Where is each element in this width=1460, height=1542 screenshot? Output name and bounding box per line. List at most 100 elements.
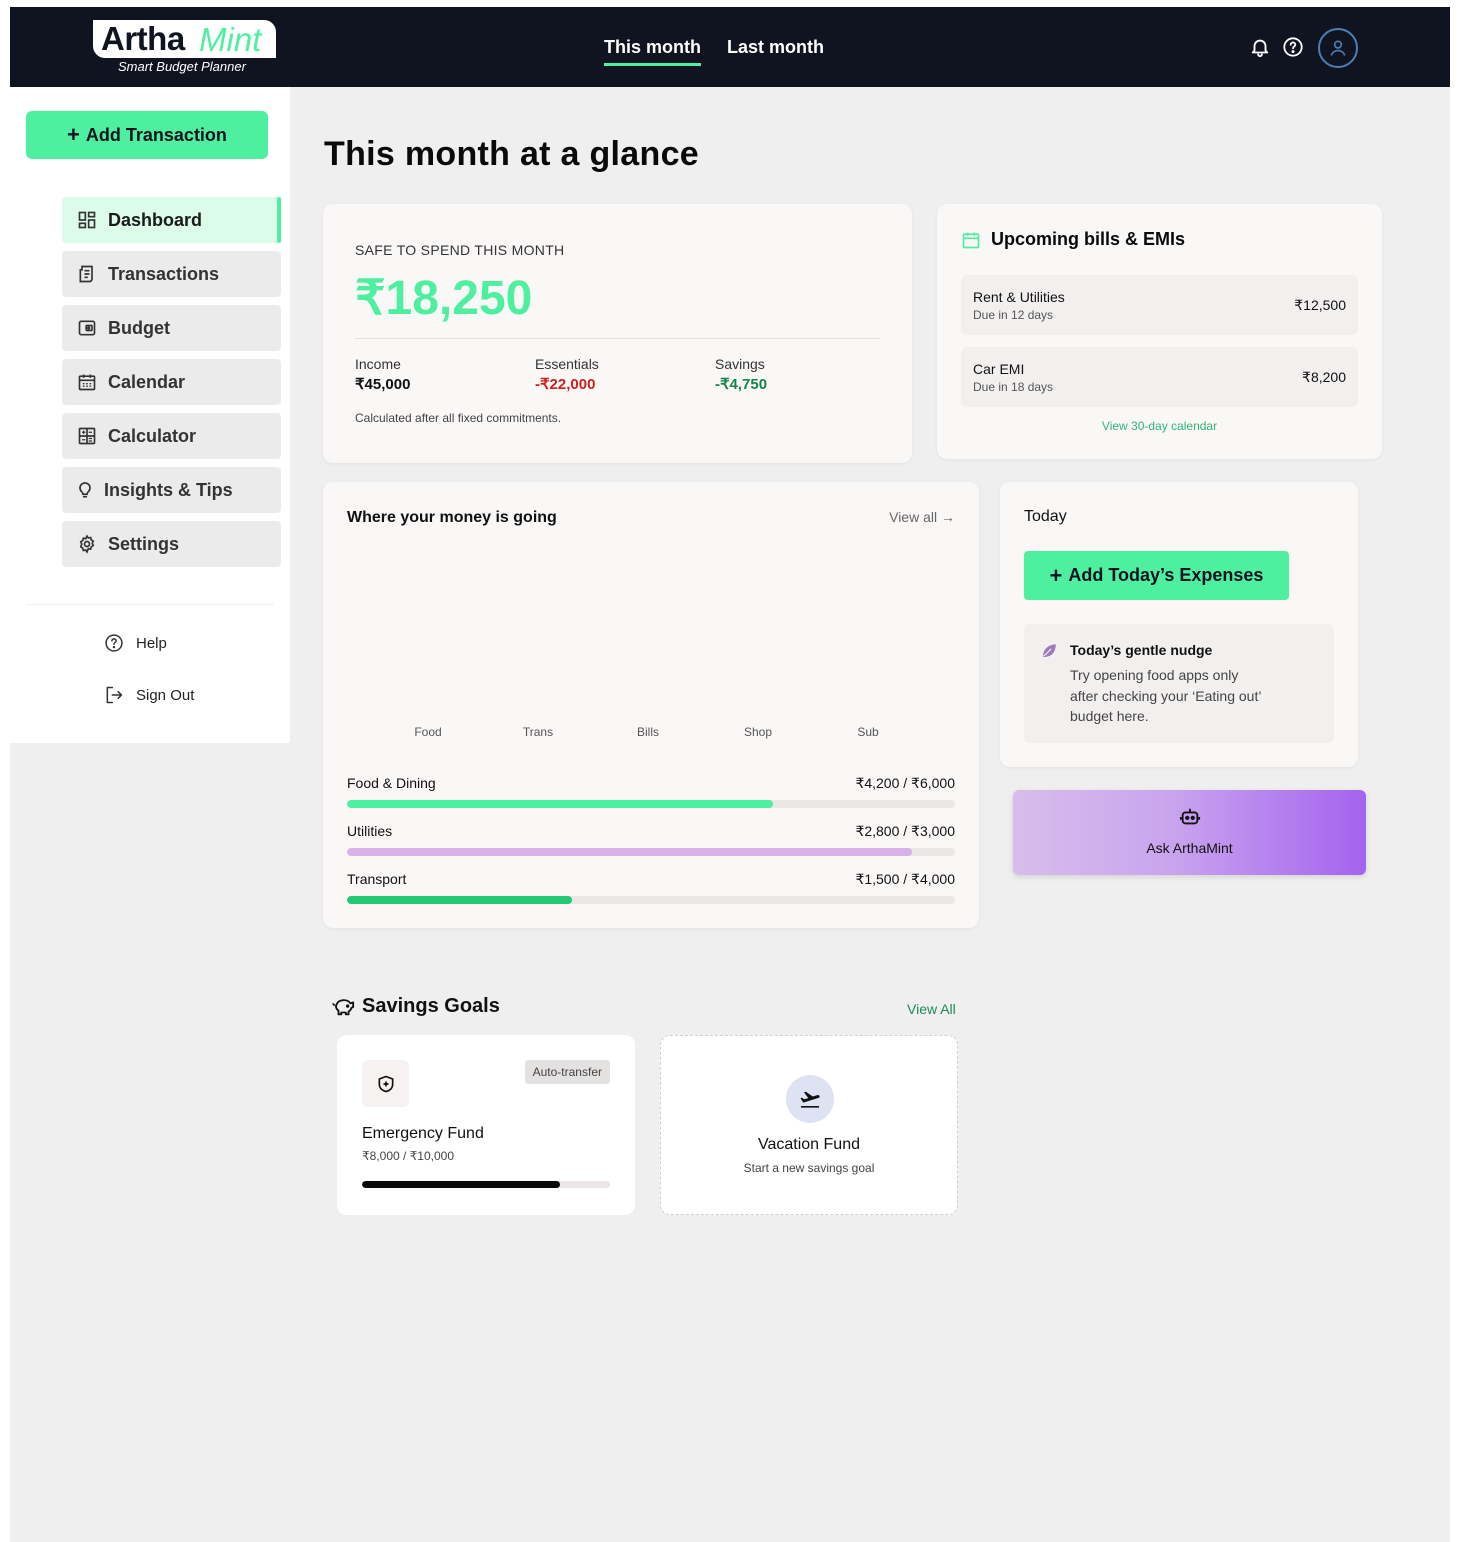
category-row: Utilities ₹2,800 / ₹3,000 <box>347 823 955 856</box>
nudge-card: Today’s gentle nudge Try opening food ap… <box>1024 624 1334 743</box>
category-progress-fill <box>347 800 773 808</box>
sidebar-item-label: Calculator <box>108 425 197 446</box>
calendar-icon <box>78 374 96 391</box>
add-today-expenses-button[interactable]: + Add Today’s Expenses <box>1024 551 1289 600</box>
bill-due: Due in 18 days <box>973 380 1054 394</box>
today-card: Today + Add Today’s Expenses Today’s gen… <box>1000 482 1358 767</box>
sidebar-item-label: Budget <box>108 317 170 338</box>
bill-item[interactable]: Rent & Utilities Due in 12 days ₹12,500 <box>961 275 1358 335</box>
category-progress <box>347 896 955 904</box>
user-icon <box>1330 40 1346 56</box>
sidebar-item-label: Calendar <box>108 371 186 392</box>
category-name: Food & Dining <box>347 775 436 791</box>
chart-x-tick-label: Trans <box>523 725 553 739</box>
auto-transfer-badge: Auto-transfer <box>524 1060 610 1084</box>
sidebar-item-label: Settings <box>108 533 180 554</box>
robot-icon <box>1179 808 1201 825</box>
receipt-icon <box>79 265 93 283</box>
spending-title: Where your money is going <box>347 509 557 526</box>
add-today-label: Add Today’s Expenses <box>1068 565 1264 585</box>
savings-value: -₹4,750 <box>715 376 768 393</box>
goal-name: Emergency Fund <box>362 1125 484 1142</box>
safe-to-spend-note: Calculated after all fixed commitments. <box>355 411 562 425</box>
bill-due: Due in 12 days <box>973 308 1054 322</box>
category-amount: ₹4,200 / ₹6,000 <box>855 775 955 791</box>
divider <box>355 338 880 339</box>
goal-subtitle: Start a new savings goal <box>743 1161 875 1175</box>
savings-label: Savings <box>715 356 765 372</box>
bill-amount: ₹12,500 <box>1294 297 1346 313</box>
bill-name: Rent & Utilities <box>973 289 1065 305</box>
tab-this-month[interactable]: This month <box>604 37 701 66</box>
category-amount: ₹2,800 / ₹3,000 <box>855 823 955 839</box>
sidebar-item-transactions[interactable]: Transactions <box>62 251 281 297</box>
goal-progress-fill <box>362 1181 561 1188</box>
app-frame: Artha Mint Smart Budget Planner This mon… <box>10 7 1450 1542</box>
page-title: This month at a glance <box>324 135 699 173</box>
sidebar-item-label: Transactions <box>108 263 220 284</box>
sidebar-item-calendar[interactable]: Calendar <box>62 359 281 405</box>
goal-icon-box <box>362 1060 409 1107</box>
essentials-value: -₹22,000 <box>535 376 596 393</box>
sign-out-link[interactable]: Sign Out <box>104 685 194 705</box>
view-all-link[interactable]: View all → <box>889 509 955 525</box>
income-label: Income <box>355 356 401 372</box>
category-progress-fill <box>347 848 913 856</box>
chart-x-tick-label: Bills <box>637 725 659 739</box>
category-row: Transport ₹1,500 / ₹4,000 <box>347 871 955 904</box>
goal-icon-circle <box>786 1075 834 1123</box>
chart-x-tick-label: Food <box>414 725 441 739</box>
goal-card-emergency[interactable]: Auto-transfer Emergency Fund ₹8,000 / ₹1… <box>337 1035 635 1215</box>
goal-card-new[interactable]: Vacation Fund Start a new savings goal <box>660 1035 958 1215</box>
category-row: Food & Dining ₹4,200 / ₹6,000 <box>347 775 955 808</box>
plus-icon: + <box>67 122 80 147</box>
sidebar-item-calculator[interactable]: Calculator <box>62 413 281 459</box>
sidebar: + Add Transaction Dashboard Transactions… <box>10 87 290 743</box>
wallet-icon <box>78 320 96 336</box>
savings-stat: Savings -₹4,750 <box>715 356 767 393</box>
sidebar-item-dashboard[interactable]: Dashboard <box>62 197 281 243</box>
safe-to-spend-card: SAFE TO SPEND THIS MONTH ₹18,250 Income … <box>323 204 912 463</box>
help-label: Help <box>136 634 167 652</box>
spending-bar-chart: Food Trans Bills Shop Sub <box>414 725 879 739</box>
help-icon <box>105 634 123 652</box>
savings-view-all-link[interactable]: View All <box>907 1001 956 1017</box>
bill-item[interactable]: Car EMI Due in 18 days ₹8,200 <box>961 347 1358 407</box>
bill-amount: ₹8,200 <box>1302 369 1346 385</box>
goal-progress <box>362 1181 610 1188</box>
leaf-icon <box>1043 644 1056 657</box>
ask-arthamint-button[interactable]: Ask ArthaMint <box>1013 790 1366 875</box>
logo[interactable]: Artha Mint <box>93 20 276 58</box>
category-amount: ₹1,500 / ₹4,000 <box>855 871 955 887</box>
avatar[interactable] <box>1318 28 1358 68</box>
category-name: Transport <box>347 871 407 887</box>
chart-x-tick-label: Shop <box>744 725 772 739</box>
sidebar-divider <box>26 604 274 605</box>
help-link[interactable]: Help <box>104 633 167 653</box>
tab-last-month[interactable]: Last month <box>727 37 824 58</box>
add-transaction-button[interactable]: + Add Transaction <box>26 111 268 159</box>
plus-icon: + <box>1049 562 1063 588</box>
sidebar-item-budget[interactable]: Budget <box>62 305 281 351</box>
sign-out-label: Sign Out <box>136 686 195 704</box>
bills-title: Upcoming bills & EMIs <box>991 229 1186 249</box>
gear-icon <box>79 534 95 554</box>
sidebar-item-settings[interactable]: Settings <box>62 521 281 567</box>
goal-amount: ₹8,000 / ₹10,000 <box>362 1149 455 1163</box>
help-icon[interactable] <box>1282 36 1304 58</box>
sign-out-icon <box>106 686 123 704</box>
spending-card: Where your money is going View all → Foo… <box>323 482 979 928</box>
upcoming-bills-card: Upcoming bills & EMIs Rent & Utilities D… <box>937 204 1382 459</box>
safe-to-spend-label: SAFE TO SPEND THIS MONTH <box>355 242 565 258</box>
logo-mint: Mint <box>199 21 262 58</box>
logo-tagline: Smart Budget Planner <box>118 59 246 74</box>
shield-icon <box>378 1075 393 1092</box>
chart-x-tick-label: Sub <box>857 725 879 739</box>
essentials-stat: Essentials -₹22,000 <box>535 356 599 393</box>
sidebar-item-insights[interactable]: Insights & Tips <box>62 467 281 513</box>
category-progress-fill <box>347 896 572 904</box>
bell-icon[interactable] <box>1249 36 1271 58</box>
nudge-title: Today’s gentle nudge <box>1070 642 1213 658</box>
view-calendar-link[interactable]: View 30-day calendar <box>937 419 1382 433</box>
category-progress <box>347 848 955 856</box>
